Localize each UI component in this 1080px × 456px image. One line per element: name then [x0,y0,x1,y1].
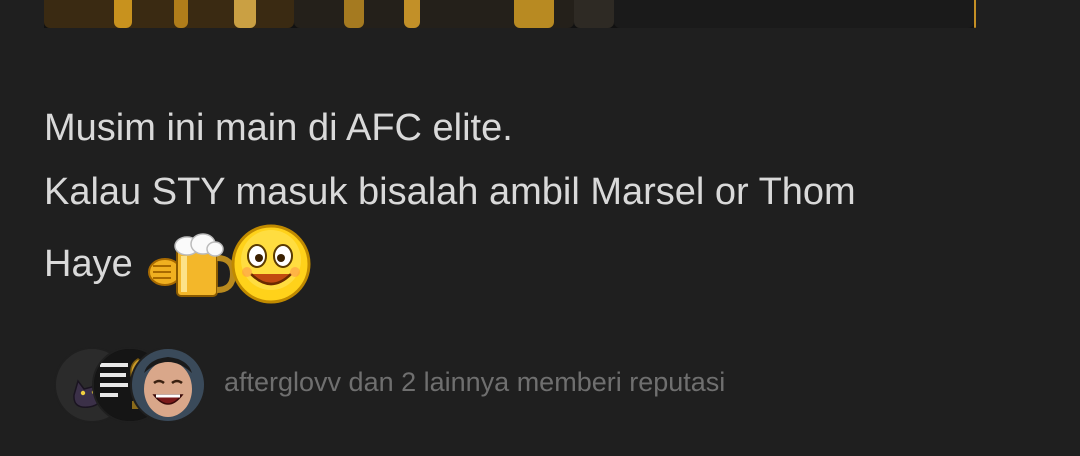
post-image[interactable] [44,0,976,28]
post-container: Musim ini main di AFC elite. Kalau STY m… [0,0,1080,456]
post-line-2: Kalau STY masuk bisalah ambil Marsel or … [44,171,856,213]
laughing-man-avatar[interactable] [130,347,206,423]
beer-cheers-smiley-emoji [145,222,315,306]
post-line-3: Haye [44,243,133,285]
reputation-row[interactable]: afterglovv dan 2 lainnya memberi reputas… [54,343,725,423]
post-line-1: Musim ini main di AFC elite. [44,107,513,149]
reputation-text[interactable]: afterglovv dan 2 lainnya memberi reputas… [224,367,725,398]
post-body: Musim ini main di AFC elite. Kalau STY m… [44,96,1034,306]
reputation-avatars[interactable] [54,343,206,423]
post-line-3-wrapper: Haye [44,222,1034,306]
